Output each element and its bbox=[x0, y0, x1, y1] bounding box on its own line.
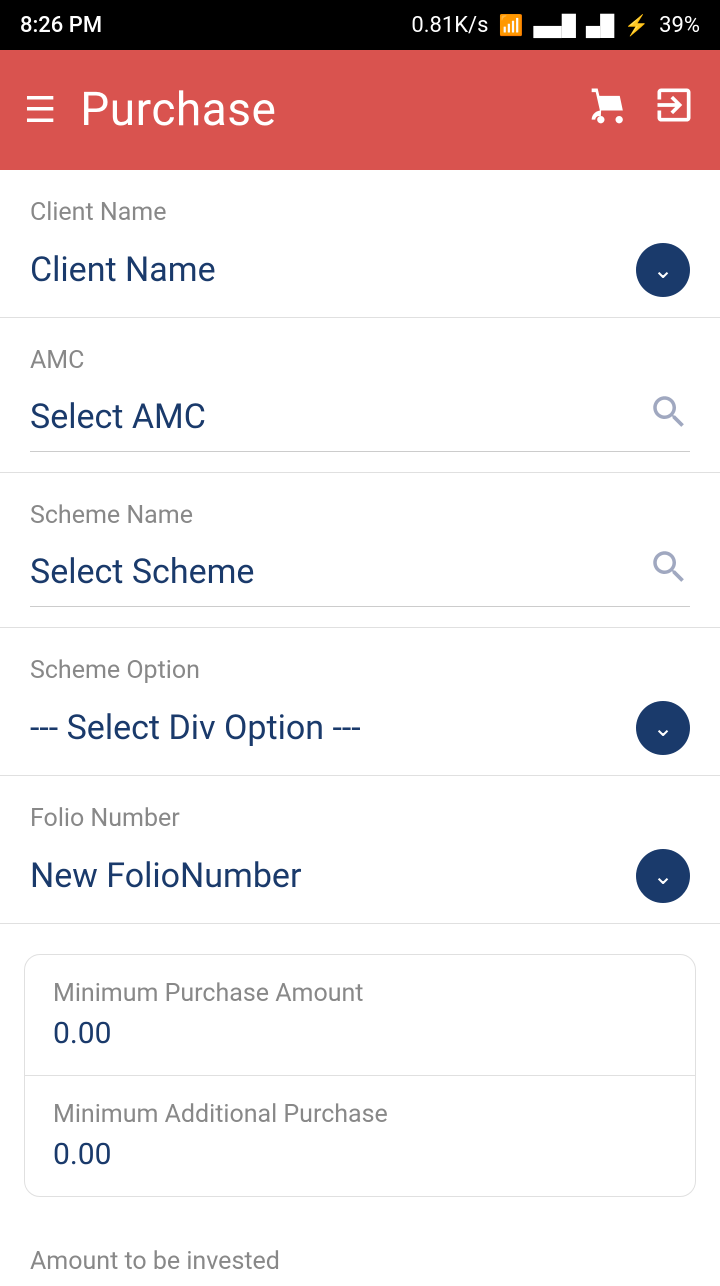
folio-number-row[interactable]: New FolioNumber ⌄ bbox=[30, 849, 690, 903]
client-name-label: Client Name bbox=[30, 198, 690, 227]
min-purchase-value: 0.00 bbox=[53, 1016, 667, 1051]
scheme-search-icon[interactable] bbox=[648, 546, 690, 598]
scheme-name-row[interactable]: Select Scheme bbox=[30, 546, 690, 607]
scheme-name-value: Select Scheme bbox=[30, 552, 254, 592]
scheme-option-value: --- Select Div Option --- bbox=[30, 708, 361, 748]
client-name-field: Client Name Client Name ⌄ bbox=[0, 170, 720, 318]
signal-icon: ▄▄█ bbox=[533, 13, 576, 38]
form-content: Client Name Client Name ⌄ AMC Select AMC… bbox=[0, 170, 720, 1286]
min-purchase-row: Minimum Purchase Amount 0.00 bbox=[25, 955, 695, 1075]
status-right: 0.81K/s 📶 ▄▄█ ▄█ ⚡ 39% bbox=[411, 13, 700, 38]
folio-number-value: New FolioNumber bbox=[30, 856, 302, 896]
client-name-dropdown[interactable]: ⌄ bbox=[636, 243, 690, 297]
scheme-name-label: Scheme Name bbox=[30, 501, 690, 530]
cart-icon[interactable] bbox=[588, 83, 632, 137]
amc-row[interactable]: Select AMC bbox=[30, 391, 690, 452]
scheme-option-label: Scheme Option bbox=[30, 656, 690, 685]
min-additional-label: Minimum Additional Purchase bbox=[53, 1100, 667, 1129]
amc-label: AMC bbox=[30, 346, 690, 375]
scheme-name-field: Scheme Name Select Scheme bbox=[0, 473, 720, 628]
client-name-row[interactable]: Client Name ⌄ bbox=[30, 243, 690, 297]
client-name-value: Client Name bbox=[30, 250, 216, 290]
scheme-option-dropdown[interactable]: ⌄ bbox=[636, 701, 690, 755]
scheme-option-field: Scheme Option --- Select Div Option --- … bbox=[0, 628, 720, 776]
amount-label: Amount to be invested bbox=[0, 1227, 720, 1286]
menu-icon[interactable]: ☰ bbox=[24, 92, 56, 128]
info-box: Minimum Purchase Amount 0.00 Minimum Add… bbox=[24, 954, 696, 1197]
exit-icon[interactable] bbox=[652, 83, 696, 137]
amc-field: AMC Select AMC bbox=[0, 318, 720, 473]
wifi-icon: 📶 bbox=[498, 13, 523, 37]
min-additional-row: Minimum Additional Purchase 0.00 bbox=[25, 1075, 695, 1196]
app-bar: ☰ Purchase bbox=[0, 50, 720, 170]
folio-number-label: Folio Number bbox=[30, 804, 690, 833]
scheme-option-row[interactable]: --- Select Div Option --- ⌄ bbox=[30, 701, 690, 755]
app-bar-actions bbox=[588, 83, 696, 137]
signal-icon-2: ▄█ bbox=[586, 13, 614, 38]
charging-icon: ⚡ bbox=[624, 13, 649, 37]
app-bar-title: Purchase bbox=[80, 83, 588, 137]
amc-search-icon[interactable] bbox=[648, 391, 690, 443]
status-bar: 8:26 PM 0.81K/s 📶 ▄▄█ ▄█ ⚡ 39% bbox=[0, 0, 720, 50]
folio-number-field: Folio Number New FolioNumber ⌄ bbox=[0, 776, 720, 924]
status-time: 8:26 PM bbox=[20, 13, 102, 38]
min-additional-value: 0.00 bbox=[53, 1137, 667, 1172]
folio-number-dropdown[interactable]: ⌄ bbox=[636, 849, 690, 903]
amc-value: Select AMC bbox=[30, 397, 206, 437]
battery-level: 39% bbox=[659, 13, 700, 38]
network-speed: 0.81K/s bbox=[411, 13, 488, 38]
min-purchase-label: Minimum Purchase Amount bbox=[53, 979, 667, 1008]
